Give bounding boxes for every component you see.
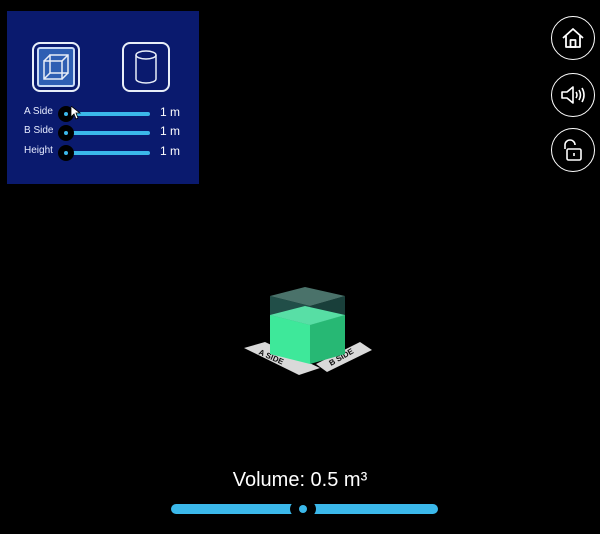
sound-button[interactable]	[551, 73, 595, 117]
volume-fill	[270, 306, 345, 364]
b-side-label: B Side	[24, 125, 54, 136]
speaker-icon	[561, 86, 585, 104]
b-side-value: 1 m	[160, 124, 181, 138]
a-side-label: A Side	[24, 106, 53, 117]
b-side-slider-track[interactable]	[63, 131, 150, 135]
height-label: Height	[24, 145, 53, 156]
mouse-cursor-icon	[71, 106, 81, 120]
home-icon	[562, 28, 584, 48]
shape-control-panel: A Side 1 m B Side 1 m Height 1 m	[7, 11, 199, 184]
height-slider-track[interactable]	[63, 151, 150, 155]
volume-slider-knob[interactable]	[290, 499, 316, 519]
volume-readout: Volume: 0.5 m³	[232, 469, 368, 491]
height-slider-row: Height 1 m	[7, 143, 199, 161]
height-value: 1 m	[160, 144, 181, 158]
b-side-slider-knob[interactable]	[58, 125, 74, 141]
lock-button[interactable]	[551, 128, 595, 172]
b-side-slider-row: B Side 1 m	[7, 123, 199, 141]
cylinder-shape-button[interactable]	[122, 42, 170, 92]
height-slider-knob[interactable]	[58, 145, 74, 161]
a-side-slider-row: A Side 1 m	[7, 104, 199, 122]
unlock-icon	[564, 139, 582, 161]
shape-3d-view: A SIDE B SIDE	[244, 287, 372, 375]
cylinder-icon	[135, 50, 157, 84]
cube-icon	[43, 54, 69, 80]
cube-shape-button[interactable]	[32, 42, 80, 92]
home-button[interactable]	[551, 16, 595, 60]
a-side-value: 1 m	[160, 105, 181, 119]
